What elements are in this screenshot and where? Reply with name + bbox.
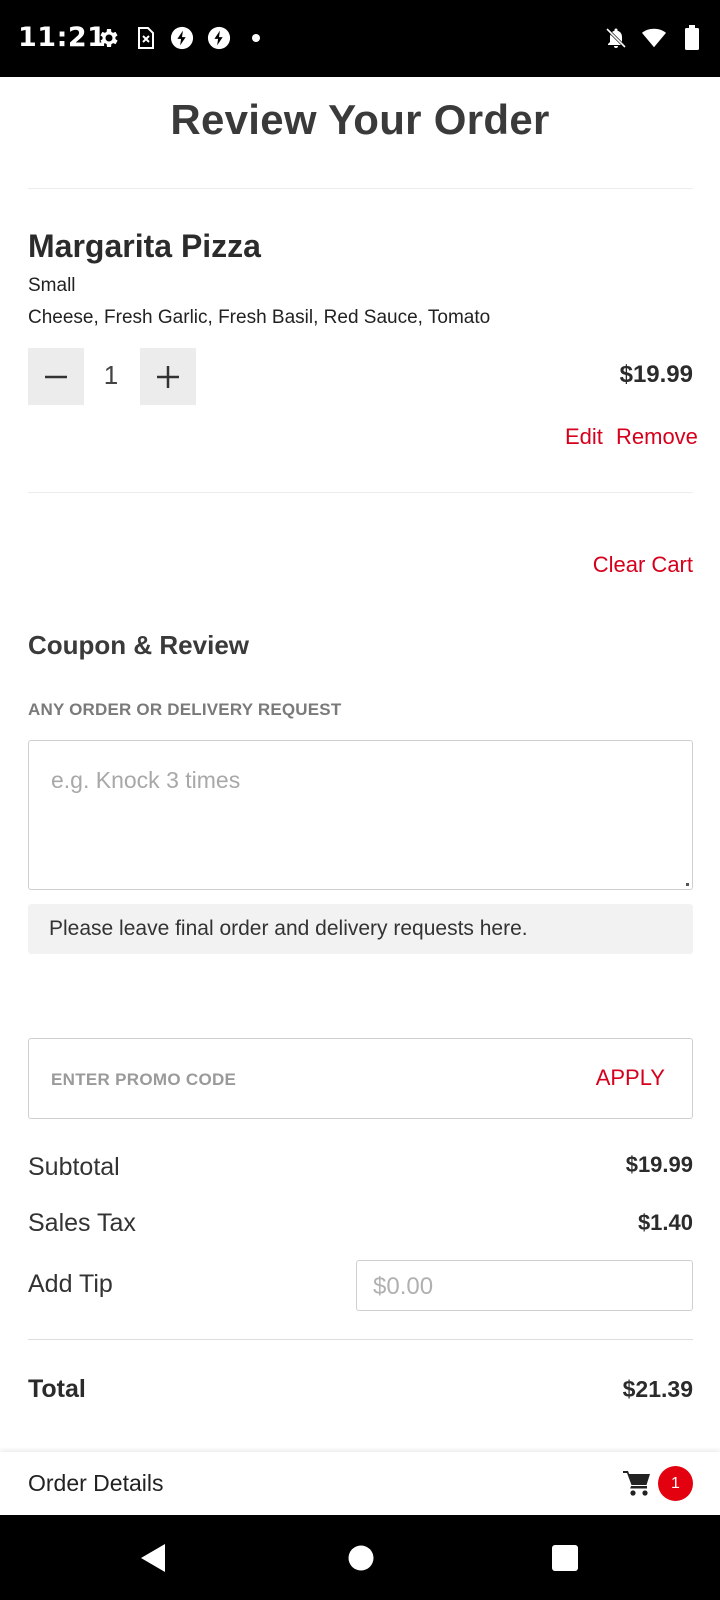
promo-code-field[interactable]: ENTER PROMO CODE APPLY <box>28 1038 693 1119</box>
sales-tax-label: Sales Tax <box>28 1209 136 1237</box>
order-details-label: Order Details <box>28 1470 164 1496</box>
sim-icon <box>133 26 157 50</box>
clear-cart-link[interactable]: Clear Cart <box>593 552 693 578</box>
home-button[interactable] <box>344 1541 378 1575</box>
tip-label: Add Tip <box>28 1270 113 1298</box>
item-size: Small <box>28 275 76 296</box>
back-triangle-icon <box>141 1544 165 1572</box>
status-bar: 11:21 <box>0 0 720 77</box>
cart-icon <box>623 1471 650 1496</box>
total-value: $21.39 <box>622 1376 693 1402</box>
request-textarea[interactable]: e.g. Knock 3 times <box>28 740 693 890</box>
remove-item-link[interactable]: Remove <box>616 424 698 450</box>
divider <box>28 492 693 493</box>
request-placeholder: e.g. Knock 3 times <box>51 767 241 793</box>
cart-count-badge: 1 <box>658 1466 693 1501</box>
item-name: Margarita Pizza <box>28 228 261 264</box>
gear-icon <box>96 26 120 50</box>
edit-item-link[interactable]: Edit <box>565 424 603 450</box>
status-icons-left <box>96 26 268 50</box>
promo-code-placeholder: ENTER PROMO CODE <box>51 1070 237 1089</box>
back-button[interactable] <box>136 1541 170 1575</box>
recents-square-icon <box>552 1545 578 1571</box>
page-title: Review Your Order <box>170 96 550 143</box>
wifi-icon <box>642 26 666 50</box>
divider <box>28 1339 693 1340</box>
request-note-text: Please leave final order and delivery re… <box>49 917 528 940</box>
apply-promo-button[interactable]: APPLY <box>596 1065 665 1091</box>
bolt-circle-icon <box>207 26 231 50</box>
tip-placeholder: $0.00 <box>373 1273 434 1300</box>
item-price: $19.99 <box>619 361 693 388</box>
resize-handle[interactable] <box>686 883 689 886</box>
divider <box>28 188 693 189</box>
sales-tax-value: $1.40 <box>637 1210 693 1235</box>
home-circle-icon <box>348 1545 374 1571</box>
decrease-quantity-button[interactable] <box>28 348 84 405</box>
plus-icon <box>157 365 179 388</box>
battery-icon <box>680 25 704 50</box>
section-title-coupon-review: Coupon & Review <box>28 630 250 660</box>
bell-off-icon <box>604 26 628 50</box>
request-note: Please leave final order and delivery re… <box>28 904 693 954</box>
total-label: Total <box>28 1375 86 1403</box>
minus-icon <box>45 375 67 378</box>
bolt-circle-icon <box>170 26 194 50</box>
status-time: 11:21 <box>18 22 107 53</box>
subtotal-label: Subtotal <box>28 1153 120 1181</box>
status-icons-right <box>604 25 704 50</box>
quantity-value: 1 <box>103 360 119 390</box>
request-field-label: ANY ORDER OR DELIVERY REQUEST <box>28 700 342 719</box>
order-details-bar[interactable]: Order Details 1 <box>0 1452 720 1515</box>
dot-icon <box>244 26 268 50</box>
item-toppings: Cheese, Fresh Garlic, Fresh Basil, Red S… <box>28 307 491 328</box>
subtotal-value: $19.99 <box>625 1152 693 1177</box>
increase-quantity-button[interactable] <box>140 348 196 405</box>
system-nav-bar <box>0 1515 720 1600</box>
tip-input[interactable]: $0.00 <box>356 1260 693 1311</box>
recents-button[interactable] <box>548 1541 582 1575</box>
